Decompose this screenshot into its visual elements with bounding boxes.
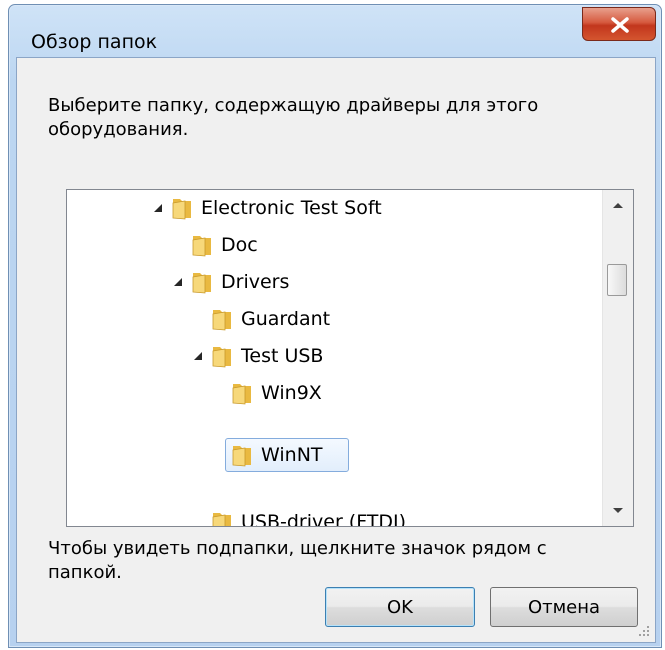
folder-icon xyxy=(172,199,191,220)
window-title: Обзор папок xyxy=(31,31,158,53)
folder-icon xyxy=(212,513,231,526)
folder-browser-window: Обзор папок Выберите папку, содержащую д… xyxy=(8,4,662,648)
scroll-down-button[interactable] xyxy=(603,496,633,526)
tree-item-drivers[interactable]: Drivers xyxy=(171,264,289,300)
instruction-text: Выберите папку, содержащую драйверы для … xyxy=(48,95,539,140)
close-icon xyxy=(611,17,629,33)
tree-item-label: Guardant xyxy=(241,308,331,330)
tree-item-win9x[interactable]: Win9X xyxy=(231,375,322,411)
tree-item-label: Win9X xyxy=(261,382,322,404)
folder-icon xyxy=(192,236,211,257)
dialog-body: Выберите папку, содержащую драйверы для … xyxy=(16,57,656,643)
scroll-thumb[interactable] xyxy=(607,264,627,296)
scroll-up-arrow-icon xyxy=(613,203,623,208)
expanded-triangle-icon[interactable] xyxy=(191,349,205,363)
folder-icon xyxy=(212,347,231,368)
ok-button[interactable]: OK xyxy=(325,587,475,627)
title-bar[interactable]: Обзор папок xyxy=(9,5,661,57)
tree-item-guardant[interactable]: Guardant xyxy=(211,301,330,337)
folder-icon xyxy=(232,384,251,405)
hint-text: Чтобы увидеть подпапки, щелкните значок … xyxy=(48,538,547,583)
tree-item-label: Electronic Test Soft xyxy=(201,197,382,219)
expanded-triangle-icon[interactable] xyxy=(151,201,165,215)
tree-item-test-usb[interactable]: Test USB xyxy=(191,338,323,374)
expanded-triangle-icon[interactable] xyxy=(171,275,185,289)
tree-item-doc[interactable]: Doc xyxy=(191,227,258,263)
tree-item-label: WinNT xyxy=(261,444,323,466)
tree-item-label: Doc xyxy=(221,234,258,256)
tree-item-label: USB-driver (FTDI) xyxy=(241,511,407,527)
folder-icon xyxy=(192,273,211,294)
scroll-down-arrow-icon xyxy=(613,508,623,513)
resize-grip-icon[interactable] xyxy=(637,624,651,638)
tree-item-winnt[interactable]: WinNT xyxy=(231,437,323,473)
cancel-button[interactable]: Отмена xyxy=(490,587,638,627)
close-button[interactable] xyxy=(582,7,656,41)
folder-tree[interactable]: Electronic Test Soft Doc Drivers Guardan… xyxy=(66,189,634,527)
vertical-scrollbar[interactable] xyxy=(602,190,633,526)
folder-icon xyxy=(232,446,251,467)
tree-item-label: Drivers xyxy=(221,271,290,293)
tree-item-label: Test USB xyxy=(241,345,324,367)
tree-item-usb-driver-ftdi[interactable]: USB-driver (FTDI) xyxy=(211,504,407,527)
tree-item-electronic-test-soft[interactable]: Electronic Test Soft xyxy=(151,190,382,226)
scroll-up-button[interactable] xyxy=(603,190,633,220)
folder-icon xyxy=(212,310,231,331)
